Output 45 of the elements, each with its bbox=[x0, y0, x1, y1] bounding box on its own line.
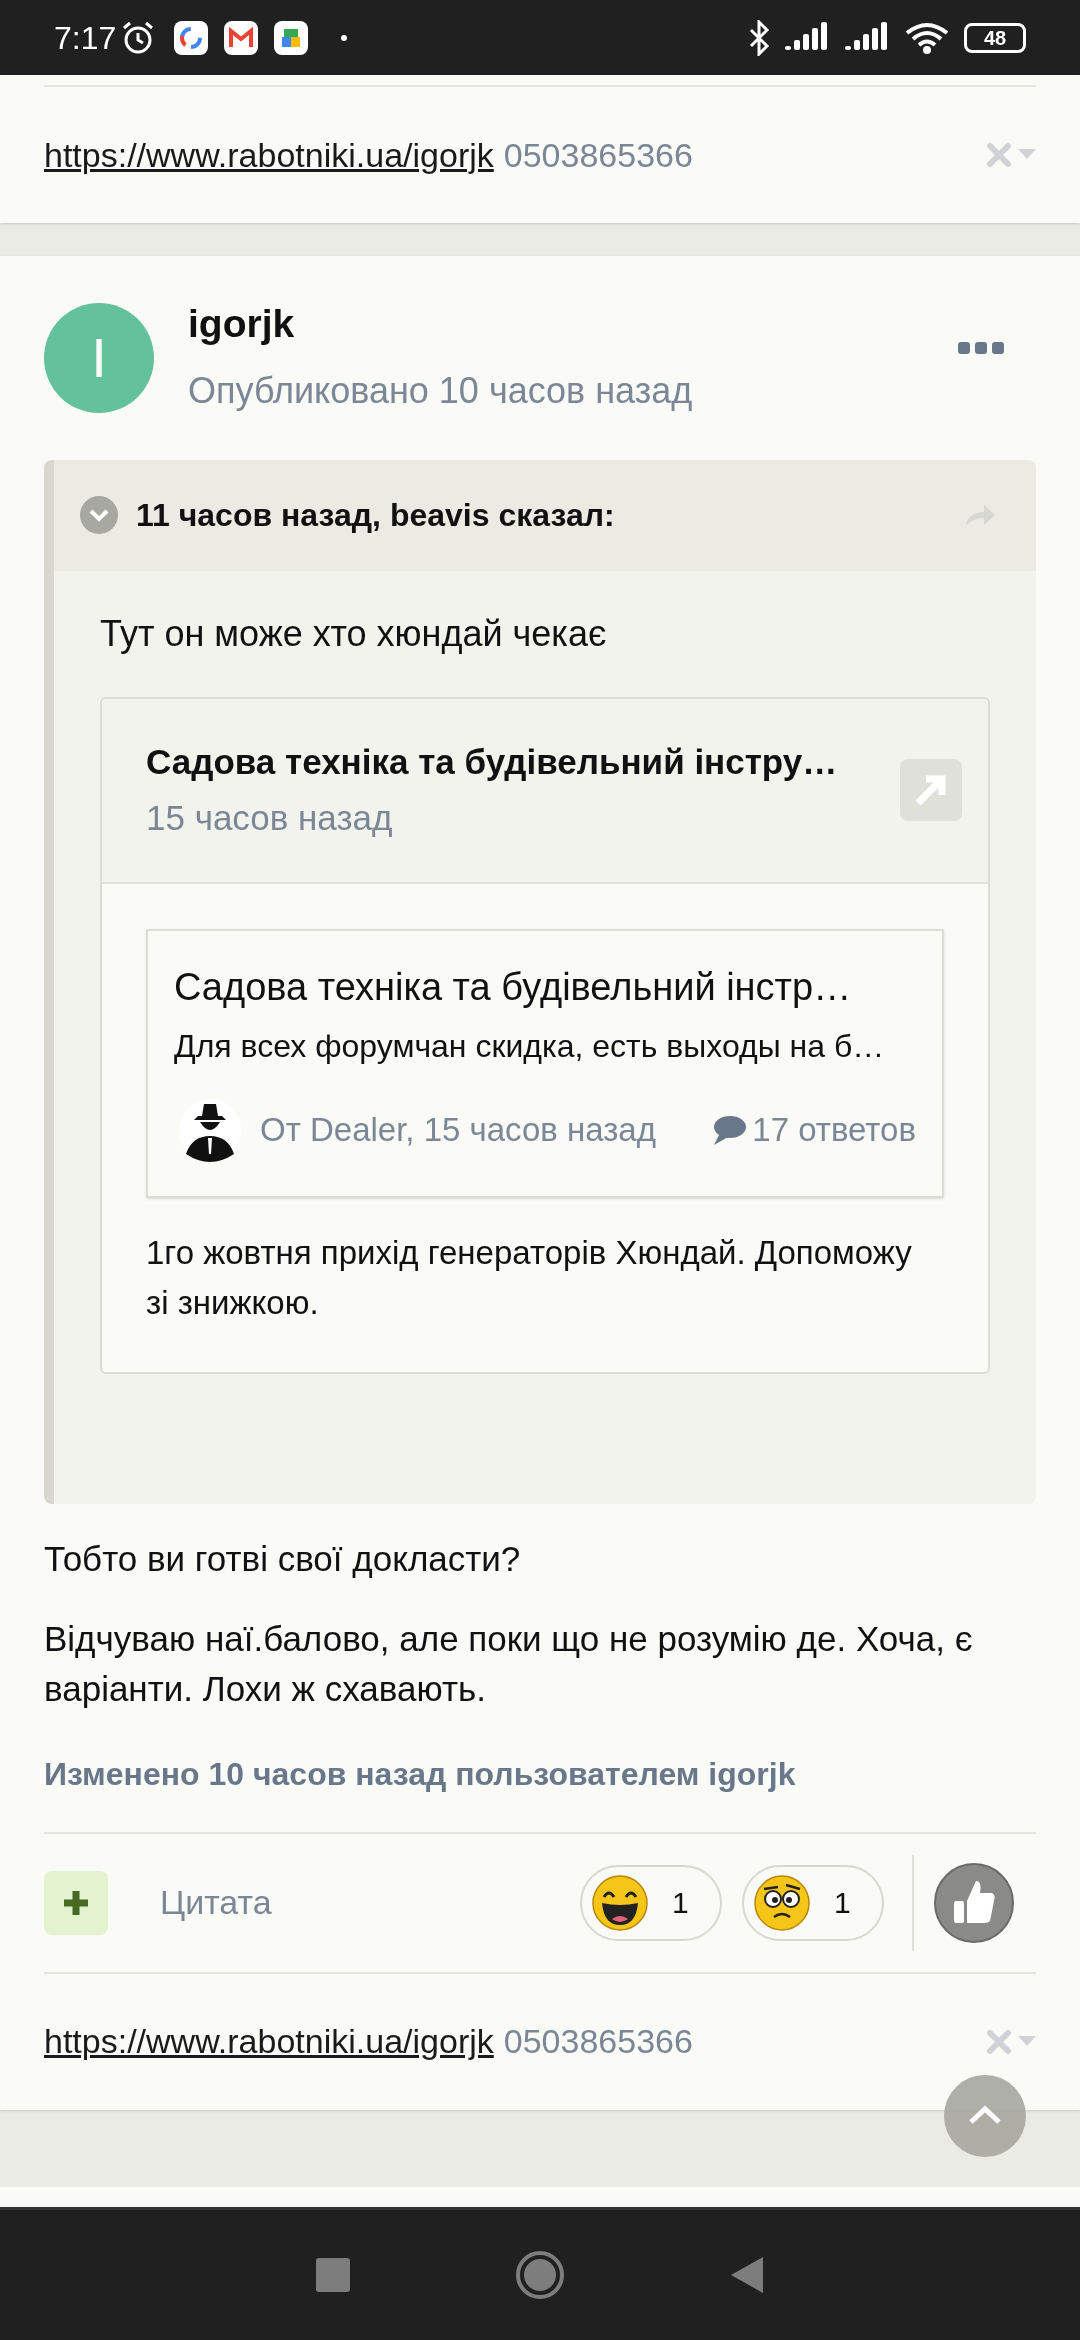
close-icon[interactable] bbox=[986, 2028, 1012, 2055]
external-link-icon[interactable] bbox=[900, 759, 962, 821]
wifi-icon bbox=[904, 20, 950, 55]
comment-icon bbox=[712, 1114, 747, 1145]
like-button[interactable] bbox=[934, 1862, 1014, 1943]
reaction-pill[interactable]: 1 bbox=[742, 1864, 884, 1941]
user-avatar-silhouette-icon bbox=[178, 1097, 242, 1162]
topic-meta: От Dealer, 15 часов назад bbox=[260, 1109, 656, 1150]
clock-time: 7:17 bbox=[54, 18, 117, 58]
topic-preview-card[interactable]: Садова техніка та будівельний інстр… Для всех форумчан скидка, есть выходы на б… От Dealer, 15 часов назад 17 ответов bbox=[146, 928, 944, 1198]
post-paragraph: Відчуваю наї.балово, але поки що не розумію де. Хоча, є варіанти. Лохи ж схавають. bbox=[44, 1617, 974, 1710]
google-app-icon bbox=[174, 20, 209, 55]
caret-icon[interactable] bbox=[1018, 2035, 1036, 2048]
close-icon[interactable] bbox=[986, 142, 1012, 168]
post-date: Опубликовано 10 часов назад bbox=[188, 368, 693, 413]
embed-title[interactable]: Садова техніка та будівельний інстру… bbox=[146, 735, 886, 788]
quote-header: 11 часов назад, beavis сказал: bbox=[136, 496, 615, 535]
embed-text: 1го жовтня прихід генераторів Хюндай. Допоможу зі знижкою. bbox=[146, 1232, 913, 1323]
phone-number: 0503865366 bbox=[503, 134, 693, 176]
post-paragraph: Тобто ви готві свої докласти? bbox=[44, 1537, 522, 1580]
home-button[interactable] bbox=[515, 2250, 565, 2300]
profile-link[interactable]: https://www.rabotniki.ua/igorjk bbox=[44, 129, 494, 181]
battery-indicator: 48 bbox=[964, 22, 1026, 53]
confused-emoji-icon bbox=[754, 1874, 810, 1931]
games-app-icon bbox=[274, 20, 309, 55]
topic-title[interactable]: Садова техніка та будівельний інстр… bbox=[174, 958, 916, 1016]
mail-app-icon bbox=[224, 20, 259, 55]
quote-text: Тут он може хто хюндай чекає bbox=[100, 611, 608, 656]
more-options-icon[interactable] bbox=[958, 341, 1004, 355]
profile-link[interactable]: https://www.rabotniki.ua/igorjk bbox=[44, 2016, 494, 2067]
phone-number: 0503865366 bbox=[503, 2021, 693, 2062]
edited-note: Изменено 10 часов назад пользователем igorjk bbox=[44, 1754, 797, 1794]
embed-time: 15 часов назад bbox=[146, 797, 394, 839]
scroll-to-top-button[interactable] bbox=[944, 2075, 1026, 2157]
reply-count: 17 ответов bbox=[752, 1109, 916, 1150]
caret-icon[interactable] bbox=[1018, 149, 1036, 161]
plus-button[interactable] bbox=[44, 1870, 108, 1935]
topic-excerpt: Для всех форумчан скидка, есть выходы на б… bbox=[174, 1026, 886, 1066]
author-name[interactable]: igorjk bbox=[188, 295, 693, 354]
bluetooth-icon bbox=[748, 19, 770, 56]
back-button[interactable] bbox=[730, 2256, 764, 2294]
notification-dot-icon bbox=[340, 33, 349, 42]
laughing-emoji-icon bbox=[592, 1874, 648, 1931]
collapse-chevron-icon[interactable] bbox=[80, 496, 118, 534]
reaction-pill[interactable]: 1 bbox=[580, 1864, 722, 1941]
